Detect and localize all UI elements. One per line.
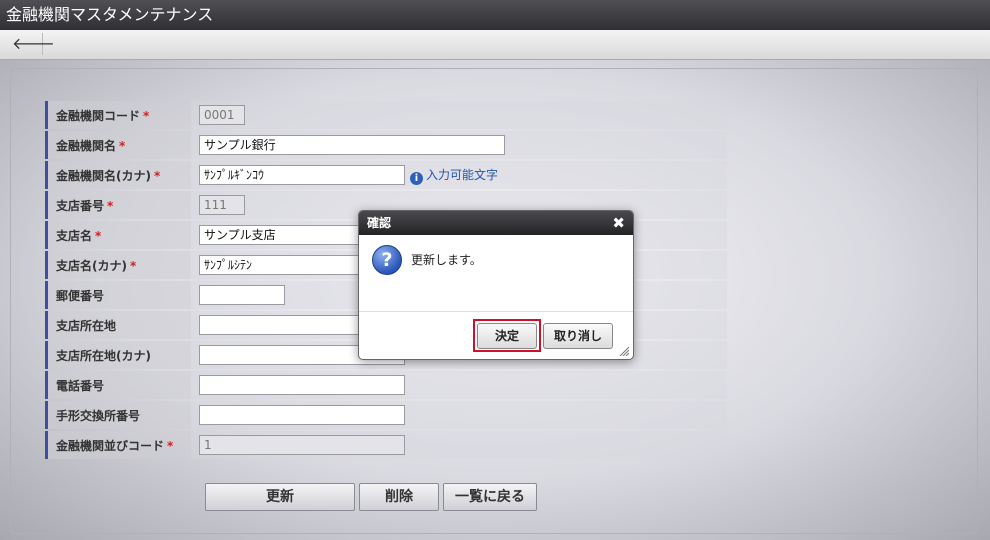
required-mark: * xyxy=(119,138,126,153)
phone-input[interactable] xyxy=(199,375,405,395)
cancel-button[interactable]: 取り消し xyxy=(543,323,613,349)
update-button[interactable]: 更新 xyxy=(205,483,355,511)
field-label: 支店名 * xyxy=(45,221,191,249)
branch-no-field[interactable]: 111 xyxy=(199,195,245,215)
required-mark: * xyxy=(143,108,150,123)
field-label: 金融機関名(カナ) * xyxy=(45,161,191,189)
field-label: 支店所在地 xyxy=(45,311,191,339)
field-label: 電話番号 xyxy=(45,371,191,399)
confirm-dialog: 確認 ✖ ? 更新します。 決定 取り消し xyxy=(358,210,634,360)
field-label: 金融機関並びコード * xyxy=(45,431,191,459)
required-mark: * xyxy=(107,198,114,213)
required-mark: * xyxy=(167,438,174,453)
dialog-body: ? 更新します。 xyxy=(359,235,633,312)
label-text: 支店番号 xyxy=(56,198,105,213)
close-icon[interactable]: ✖ xyxy=(612,211,625,235)
dialog-message: 更新します。 xyxy=(411,253,482,267)
dialog-title: 確認 xyxy=(367,216,392,230)
toolbar: 🡐 xyxy=(0,30,990,60)
field-label: 金融機関コード * xyxy=(45,101,191,129)
form-row-clearing-house-no: 手形交換所番号 xyxy=(45,401,727,429)
form-row-bank-code: 金融機関コード * 0001 xyxy=(45,101,727,129)
delete-button[interactable]: 削除 xyxy=(359,483,439,511)
back-to-list-button[interactable]: 一覧に戻る xyxy=(443,483,537,511)
label-text: 手形交換所番号 xyxy=(56,408,141,423)
arrow-left-icon: 🡐 xyxy=(12,34,55,53)
label-text: 電話番号 xyxy=(56,378,105,393)
dialog-header: 確認 ✖ xyxy=(359,211,633,235)
question-icon: ? xyxy=(372,245,402,275)
info-icon: i xyxy=(410,171,423,185)
label-text: 金融機関名(カナ) xyxy=(56,168,151,183)
label-text: 金融機関コード xyxy=(56,108,141,123)
required-mark: * xyxy=(129,258,137,273)
allowed-chars-link[interactable]: i 入力可能文字 xyxy=(410,166,498,185)
clearing-house-no-input[interactable] xyxy=(199,405,405,425)
required-mark: * xyxy=(153,168,161,183)
label-text: 支店所在地(カナ) xyxy=(56,348,151,363)
bank-name-input[interactable]: サンプル銀行 xyxy=(199,135,505,155)
field-label: 支店名(カナ) * xyxy=(45,251,191,279)
form-row-bank-name-kana: 金融機関名(カナ) * ｻﾝﾌﾟﾙｷﾞﾝｺｳ i 入力可能文字 xyxy=(45,161,727,189)
field-label: 支店所在地(カナ) xyxy=(45,341,191,369)
form-row-bank-name: 金融機関名 * サンプル銀行 xyxy=(45,131,727,159)
field-label: 手形交換所番号 xyxy=(45,401,191,429)
postal-code-input[interactable] xyxy=(199,285,285,305)
ok-button[interactable]: 決定 xyxy=(477,323,537,349)
field-label: 支店番号 * xyxy=(45,191,191,219)
form-row-sort-code: 金融機関並びコード * 1 xyxy=(45,431,727,459)
resize-grip-icon[interactable] xyxy=(619,346,629,356)
label-text: 金融機関名 xyxy=(56,138,117,153)
field-label: 郵便番号 xyxy=(45,281,191,309)
bank-name-kana-input[interactable]: ｻﾝﾌﾟﾙｷﾞﾝｺｳ xyxy=(199,165,405,185)
form-row-phone: 電話番号 xyxy=(45,371,727,399)
label-text: 金融機関並びコード xyxy=(56,438,165,453)
bank-code-field[interactable]: 0001 xyxy=(199,105,245,125)
label-text: 支店所在地 xyxy=(56,318,117,333)
label-text: 郵便番号 xyxy=(56,288,105,303)
field-label: 金融機関名 * xyxy=(45,131,191,159)
allowed-chars-text: 入力可能文字 xyxy=(426,167,499,182)
back-button[interactable]: 🡐 xyxy=(12,33,55,55)
window-title: 金融機関マスタメンテナンス xyxy=(0,0,990,30)
label-text: 支店名 xyxy=(56,228,93,243)
label-text: 支店名(カナ) xyxy=(56,258,127,273)
required-mark: * xyxy=(95,228,102,243)
sort-code-input[interactable]: 1 xyxy=(199,435,405,455)
